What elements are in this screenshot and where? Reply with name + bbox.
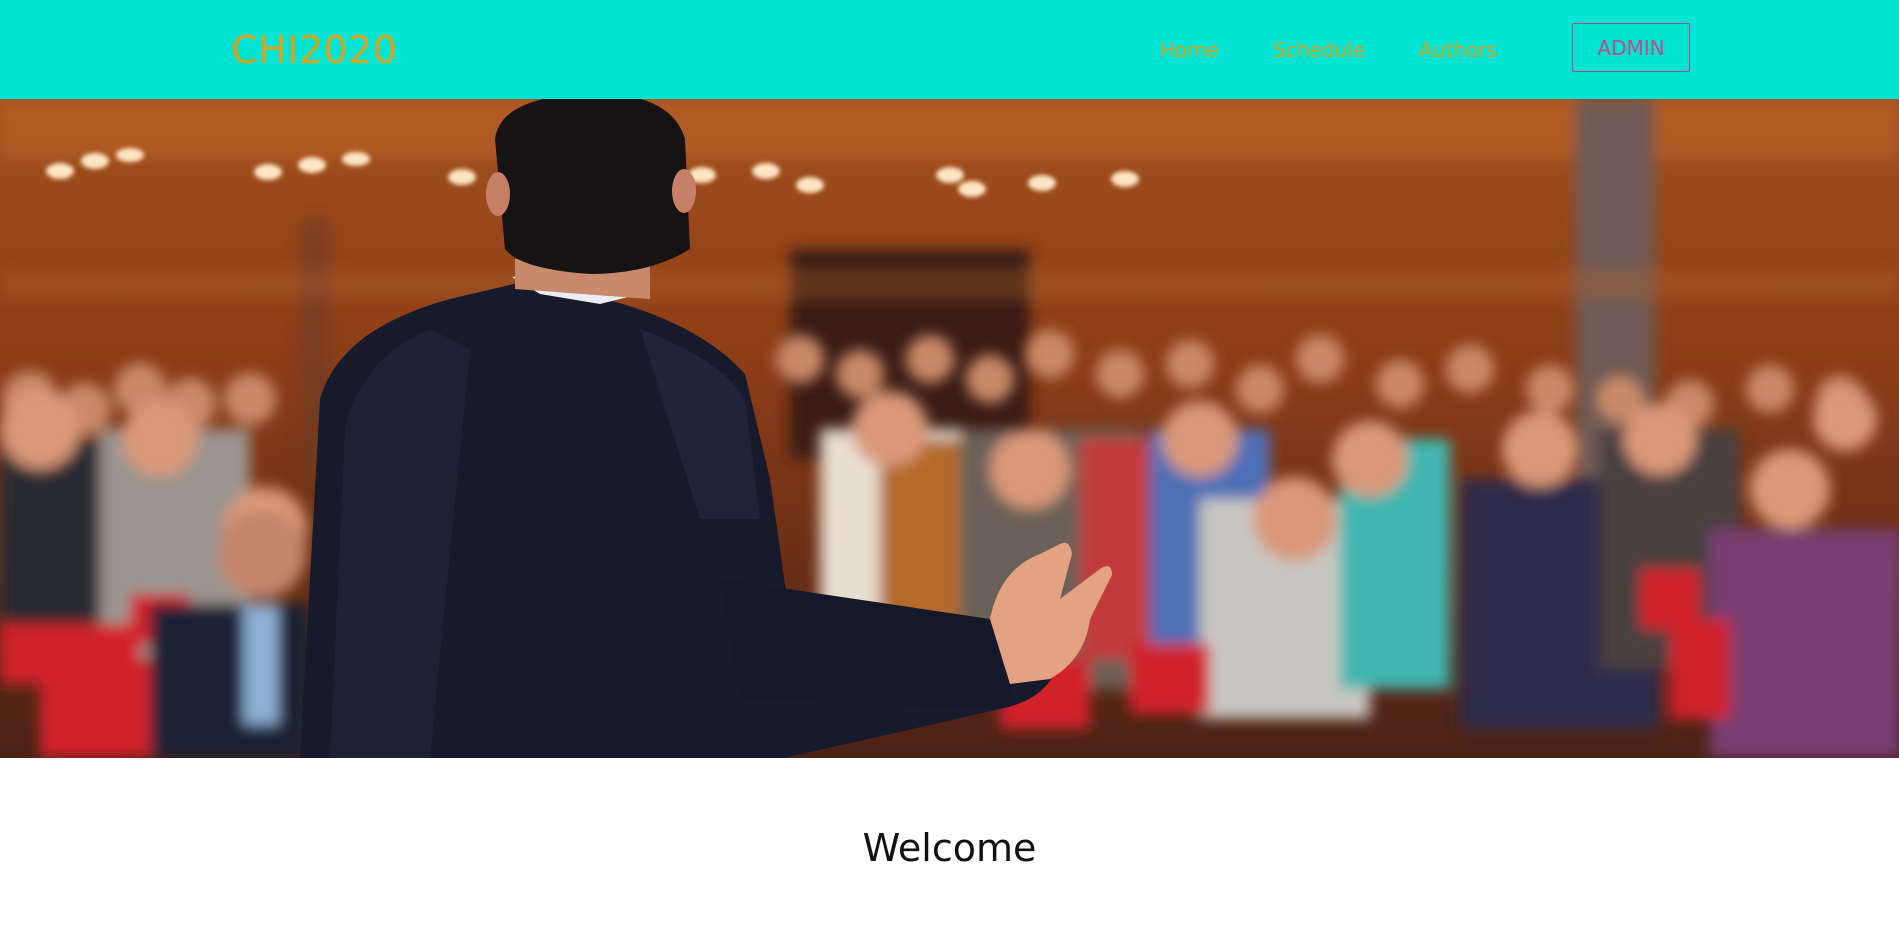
nav-link-home[interactable]: Home [1160, 36, 1219, 64]
page-title: Welcome [862, 826, 1037, 870]
hero-image [0, 99, 1899, 758]
admin-button[interactable]: ADMIN [1572, 23, 1690, 72]
brand-logo-link[interactable]: CHI2020 [231, 24, 398, 76]
nav-link-schedule[interactable]: Schedule [1273, 36, 1365, 64]
hero-photo [0, 99, 1899, 758]
nav-link-authors[interactable]: Authors [1419, 36, 1497, 64]
top-navbar: CHI2020 Home Schedule Authors ADMIN [0, 0, 1899, 99]
